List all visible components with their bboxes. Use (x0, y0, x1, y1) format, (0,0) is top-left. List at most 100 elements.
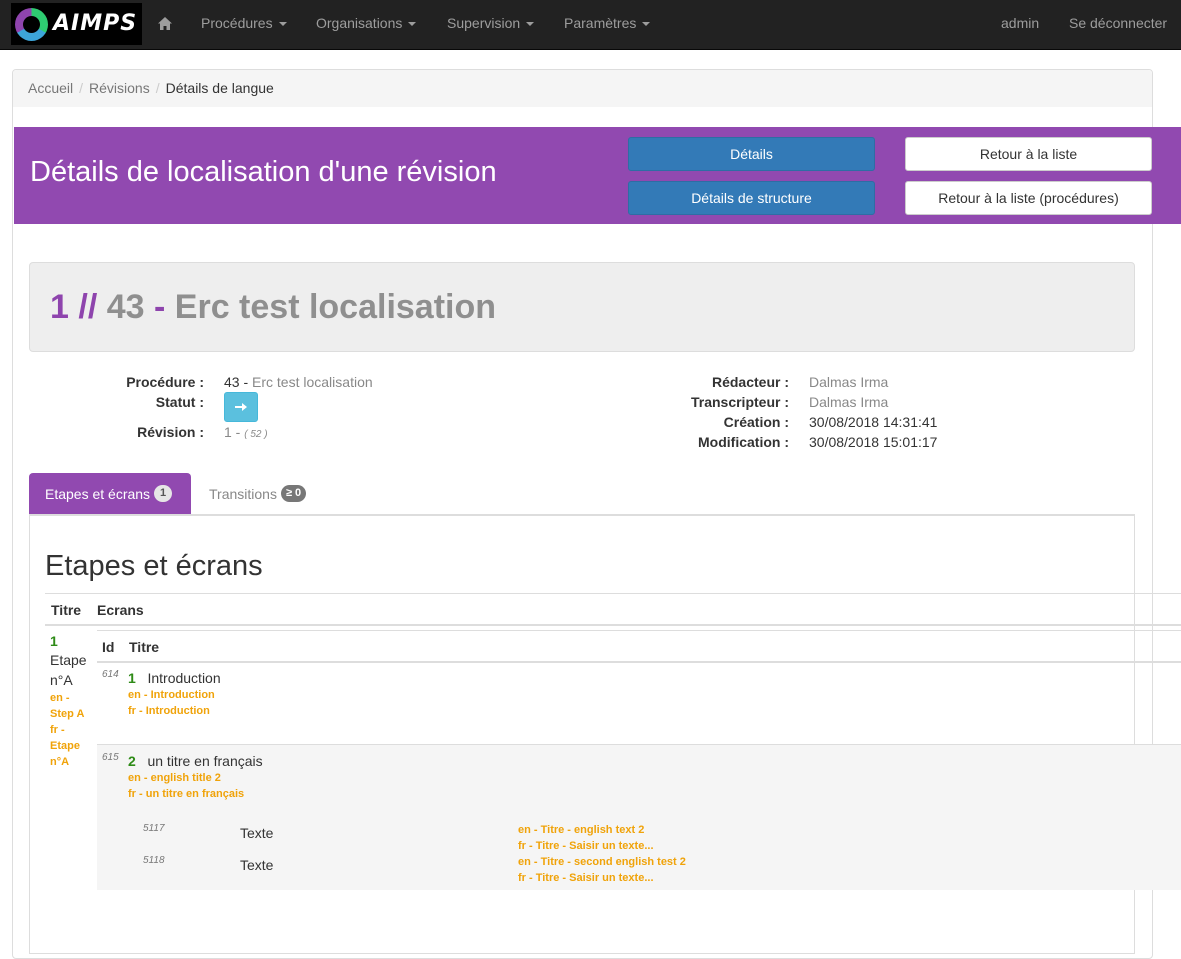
nav-menu-parametres[interactable]: Paramètres (564, 15, 651, 31)
caret-down-icon (278, 22, 287, 27)
screens-column-id: Id (102, 639, 115, 655)
procedure-label: Procédure : (126, 374, 204, 390)
nav-menu-label: Organisations (316, 15, 403, 31)
section-title: Etapes et écrans (45, 550, 263, 582)
nav-menu-label: Procédures (201, 15, 273, 31)
screen-title: 1 Introduction (128, 670, 221, 686)
revision-value: 1 - ( 52 ) (224, 424, 268, 440)
caret-down-icon (408, 22, 417, 27)
logo-mark-icon (15, 8, 48, 41)
table-top-border (45, 593, 1181, 594)
step-loc-line: Step A (50, 708, 85, 720)
logo-text: AIMPS (53, 11, 138, 36)
aimps-logo[interactable]: AIMPS (11, 3, 142, 45)
screen-title-text: un titre en français (147, 753, 263, 769)
creation-value: 30/08/2018 14:31:41 (809, 414, 938, 430)
procedure-value-dash: - (243, 374, 249, 390)
nav-menu-organisations[interactable]: Organisations (316, 15, 417, 31)
arrow-right-icon (235, 403, 247, 411)
step-loc-line: fr - (50, 724, 65, 736)
tab-label: Transitions (209, 485, 277, 502)
step-loc-line: en - (50, 692, 70, 704)
screen-loc-line: fr - Introduction (128, 705, 210, 717)
nav-menu-supervision[interactable]: Supervision (447, 15, 535, 31)
top-navbar: AIMPS Procédures Organisations Supervisi… (0, 0, 1181, 50)
transcripteur-label: Transcripteur : (690, 394, 789, 410)
redacteur-value: Dalmas Irma (809, 374, 889, 390)
procedure-value-name[interactable]: Erc test localisation (252, 374, 373, 390)
screen-loc-line: en - Introduction (128, 689, 215, 701)
revision-extra: ( 52 ) (244, 429, 268, 440)
procedure-value-id: 43 (224, 374, 240, 390)
procedure-name: Erc test localisation (174, 288, 497, 326)
row-border (97, 744, 1181, 745)
creation-label: Création : (723, 414, 789, 430)
caret-down-icon (526, 22, 535, 27)
revision-value-num: 1 - (224, 424, 241, 440)
nav-menu-procedures[interactable]: Procédures (201, 15, 287, 31)
nav-menu-label: Supervision (447, 15, 521, 31)
revision-number: 1 (50, 288, 69, 326)
tab-transitions[interactable]: Transitions ≥ 0 (195, 473, 307, 514)
step-loc-line: Etape (50, 740, 80, 752)
field-loc-line: en - Titre - second english test 2 (518, 856, 686, 868)
column-header-ecrans: Ecrans (97, 602, 144, 618)
field-id: 5117 (143, 823, 165, 834)
screens-column-titre: Titre (129, 639, 160, 655)
field-loc-line: fr - Titre - Saisir un texte... (518, 840, 654, 852)
table-header-border (45, 624, 1181, 626)
heading-dash: - (154, 288, 166, 326)
tab-label: Etapes et écrans (45, 485, 151, 502)
screen-title: 2 un titre en français (128, 753, 263, 769)
breadcrumb-home[interactable]: Accueil (28, 80, 73, 96)
field-loc-line: en - Titre - english text 2 (518, 824, 645, 836)
step-number: 1 (50, 633, 58, 649)
breadcrumb-separator: / (79, 80, 84, 96)
tab-steps-screens[interactable]: Etapes et écrans 1 (29, 473, 191, 514)
screens-header-border (97, 661, 1181, 663)
back-to-list-button[interactable]: Retour à la liste (905, 137, 1152, 171)
step-loc-line: n°A (50, 756, 70, 768)
screen-id: 614 (102, 669, 119, 680)
field-type: Texte (240, 857, 274, 873)
revision-heading: 1 // 43 - Erc test localisation (50, 288, 496, 327)
column-header-titre: Titre (51, 602, 82, 618)
screen-id: 615 (102, 752, 119, 763)
status-label: Statut : (155, 394, 204, 410)
status-button[interactable] (224, 392, 258, 422)
procedure-id: 43 (106, 288, 145, 326)
revision-label: Révision : (137, 424, 204, 440)
field-type: Texte (240, 825, 274, 841)
details-button[interactable]: Détails (628, 137, 875, 171)
home-icon[interactable] (156, 14, 174, 32)
page-title: Détails de localisation d'une révision (30, 156, 497, 188)
structure-details-button[interactable]: Détails de structure (628, 181, 875, 215)
breadcrumb: Accueil / Révisions / Détails de langue (13, 70, 1152, 107)
nav-user[interactable]: admin (1001, 15, 1039, 31)
nav-menu-label: Paramètres (564, 15, 637, 31)
back-to-procedures-button[interactable]: Retour à la liste (procédures) (905, 181, 1152, 215)
logout-link[interactable]: Se déconnecter (1069, 15, 1167, 31)
screen-number: 2 (128, 753, 136, 769)
screen-number: 1 (128, 670, 136, 686)
breadcrumb-revisions[interactable]: Révisions (89, 80, 150, 96)
screen-title-text: Introduction (147, 670, 221, 686)
step-name-line: n°A (50, 672, 73, 688)
field-loc-line: fr - Titre - Saisir un texte... (518, 872, 654, 884)
modification-value: 30/08/2018 15:01:17 (809, 434, 938, 450)
tab-badge: ≥ 0 (280, 485, 307, 502)
procedure-value: 43 - Erc test localisation (224, 374, 373, 390)
field-id: 5118 (143, 855, 165, 866)
breadcrumb-current: Détails de langue (165, 80, 274, 96)
screen-loc-line: fr - un titre en français (128, 788, 245, 800)
tab-badge: 1 (154, 485, 173, 502)
revision-jumbotron: 1 // 43 - Erc test localisation (29, 262, 1135, 352)
screens-table-top-border (97, 630, 1181, 631)
modification-label: Modification : (698, 434, 789, 450)
transcripteur-value: Dalmas Irma (809, 394, 889, 410)
page-header: Détails de localisation d'une révision D… (14, 127, 1181, 224)
caret-down-icon (642, 22, 651, 27)
screen-loc-line: en - english title 2 (128, 772, 221, 784)
breadcrumb-separator: / (155, 80, 160, 96)
step-name-line: Etape (50, 652, 87, 668)
